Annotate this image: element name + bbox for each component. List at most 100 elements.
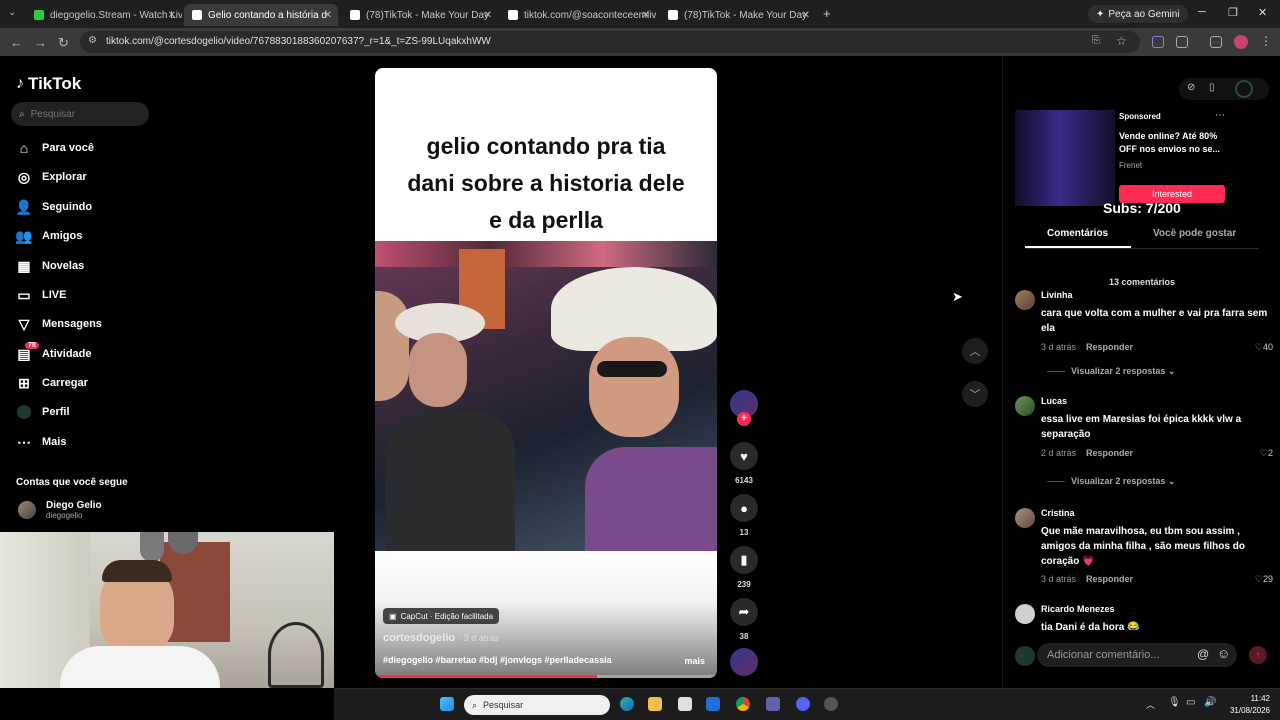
gemini-button[interactable]: ✦ Peça ao Gemini	[1088, 5, 1188, 23]
sidebar-item-seguindo[interactable]: 👤 Seguindo	[15, 197, 92, 217]
close-tab-icon[interactable]: ✕	[802, 10, 810, 21]
view-replies-button[interactable]: Visualizar 2 respostas ⌄	[1047, 476, 1175, 487]
record-icon[interactable]	[1235, 80, 1253, 98]
comment-like[interactable]: ♡2	[1260, 448, 1273, 459]
like-action[interactable]: ♥ 6143	[730, 442, 758, 485]
save-action[interactable]: ▮ 239	[730, 546, 758, 589]
comment-username[interactable]: Livinha	[1041, 290, 1073, 300]
share-icon[interactable]: ➦	[730, 598, 758, 626]
close-tab-icon[interactable]: ✕	[484, 10, 492, 21]
ad-menu-icon[interactable]: ⋯	[1215, 110, 1225, 121]
bookmark-star-icon[interactable]: ☆	[1116, 34, 1127, 48]
sidebar-item-novelas[interactable]: ▦ Novelas	[16, 256, 84, 276]
comment-username[interactable]: Lucas	[1041, 396, 1067, 406]
comment-like[interactable]: ♡40	[1255, 342, 1273, 353]
profile-avatar-icon[interactable]	[1234, 35, 1248, 49]
video-player[interactable]: gelio contando pra tia dani sobre a hist…	[375, 68, 717, 678]
sponsored-ad[interactable]: Sponsored ⋯ Vende online? Até 80% OFF no…	[1015, 110, 1227, 206]
comment-input[interactable]: Adicionar comentário... @ ☺	[1037, 643, 1237, 667]
extension-icon[interactable]	[1152, 36, 1164, 48]
new-tab-button[interactable]: +	[823, 6, 831, 21]
site-info-icon[interactable]: ⚙	[88, 35, 97, 46]
close-tab-icon[interactable]: ✕	[168, 10, 176, 21]
send-comment-button[interactable]: ↑	[1249, 646, 1267, 664]
search-input[interactable]	[30, 108, 131, 120]
avatar[interactable]	[1015, 508, 1035, 528]
comment-icon[interactable]: ●	[730, 494, 758, 522]
volume-icon[interactable]: 🔊	[1204, 697, 1216, 708]
follow-plus-icon[interactable]: +	[737, 412, 751, 426]
reply-button[interactable]: Responder	[1086, 574, 1133, 584]
sidebar-item-perfil[interactable]: Perfil	[16, 402, 70, 422]
comment-action[interactable]: ● 13	[730, 494, 758, 537]
comment-username[interactable]: Cristina	[1041, 508, 1075, 518]
microphone-icon[interactable]: 🎙	[1168, 697, 1181, 708]
device-icon[interactable]: ▯	[1209, 82, 1215, 93]
translate-icon[interactable]: ⎘	[1092, 35, 1100, 46]
avatar[interactable]	[1015, 290, 1035, 310]
extensions-puzzle-icon[interactable]	[1176, 36, 1188, 48]
sidebar-item-mais[interactable]: ⋯ Mais	[16, 432, 66, 452]
chrome-icon[interactable]	[736, 697, 750, 711]
windows-start-icon[interactable]	[440, 697, 454, 711]
close-tab-icon[interactable]: ✕	[642, 10, 650, 21]
taskbar-search[interactable]: ⌕ Pesquisar	[464, 695, 610, 715]
tab-voce-pode-gostar[interactable]: Você pode gostar	[1153, 228, 1236, 239]
heart-icon[interactable]: ♥	[730, 442, 758, 470]
sidebar-item-atividade[interactable]: ▤ 78 Atividade	[16, 342, 92, 364]
sidebar-item-para-voce[interactable]: ⌂ Para você	[16, 138, 94, 158]
media-controls-icon[interactable]	[1210, 36, 1222, 48]
system-clock[interactable]: 11:42 31/08/2026	[1230, 693, 1270, 717]
settings-icon[interactable]	[824, 697, 838, 711]
video-progress-bar[interactable]	[375, 675, 717, 678]
forward-icon[interactable]: →	[34, 35, 47, 50]
file-explorer-icon[interactable]	[648, 697, 662, 711]
avatar[interactable]	[1015, 396, 1035, 416]
tiktok-logo[interactable]: ♪ TikTok	[16, 74, 81, 94]
browser-menu-icon[interactable]: ⋮	[1260, 34, 1272, 48]
sidebar-item-explorar[interactable]: ◎ Explorar	[16, 167, 87, 187]
reply-button[interactable]: Responder	[1086, 342, 1133, 352]
following-account[interactable]: Diego Gelio diegogelio	[18, 500, 102, 520]
reload-icon[interactable]: ↻	[58, 35, 69, 51]
next-video-button[interactable]: ﹀	[962, 381, 988, 407]
tab-5[interactable]: (78)TikTok - Make Your Day ✕	[660, 4, 816, 26]
tab-search-button[interactable]: ⌄	[8, 7, 16, 18]
tab-4[interactable]: tiktok.com/@soaconteceemlive ✕	[500, 4, 656, 26]
sound-disc[interactable]	[730, 648, 758, 676]
tab-2-active[interactable]: Gelio contando a história d ✕	[184, 4, 338, 26]
edge-icon[interactable]	[620, 697, 634, 711]
more-link[interactable]: mais	[684, 656, 705, 666]
sidebar-item-mensagens[interactable]: ▽ Mensagens	[16, 314, 102, 334]
close-window-icon[interactable]: ✕	[1258, 6, 1267, 19]
network-icon[interactable]: ▭	[1186, 697, 1195, 708]
store-icon[interactable]	[678, 697, 692, 711]
tab-1[interactable]: diegogelio.Stream - Watch Live ✕	[26, 4, 182, 26]
comment-username[interactable]: Ricardo Menezes	[1041, 604, 1115, 614]
minimize-icon[interactable]: ─	[1198, 6, 1206, 18]
sidebar-item-amigos[interactable]: 👥 Amigos	[15, 226, 82, 246]
teams-icon[interactable]	[766, 697, 780, 711]
mention-icon[interactable]: @	[1197, 647, 1209, 661]
avatar[interactable]	[1015, 604, 1035, 624]
creator-avatar-button[interactable]: +	[730, 390, 758, 426]
comment-like[interactable]: ♡29	[1255, 574, 1273, 585]
capcut-tag[interactable]: ▣ CapCut · Edição facilitada	[383, 608, 500, 624]
discord-icon[interactable]	[796, 697, 810, 711]
reply-button[interactable]: Responder	[1086, 448, 1133, 458]
emoji-icon[interactable]: ☺	[1217, 646, 1230, 661]
close-tab-icon[interactable]: ✕	[324, 10, 332, 21]
sidebar-item-carregar[interactable]: ⊞ Carregar	[16, 373, 88, 393]
address-bar[interactable]: ⚙ tiktok.com/@cortesdogelio/video/767883…	[80, 31, 1140, 53]
tab-comentarios[interactable]: Comentários	[1047, 228, 1108, 239]
video-hashtags[interactable]: #diegogelio #barretao #bdj #jonvlogs #pe…	[383, 655, 612, 665]
tab-3[interactable]: (78)TikTok - Make Your Day ✕	[342, 4, 498, 26]
video-author[interactable]: cortesdogelio · 3 d atrás	[383, 632, 499, 644]
view-replies-button[interactable]: Visualizar 2 respostas ⌄	[1047, 366, 1175, 377]
search-bar[interactable]: ⌕	[11, 102, 149, 126]
mail-icon[interactable]	[706, 697, 720, 711]
bookmark-icon[interactable]: ▮	[730, 546, 758, 574]
maximize-icon[interactable]: ❐	[1228, 6, 1238, 19]
clip-icon[interactable]: ⊘	[1187, 82, 1195, 93]
share-action[interactable]: ➦ 38	[730, 598, 758, 641]
